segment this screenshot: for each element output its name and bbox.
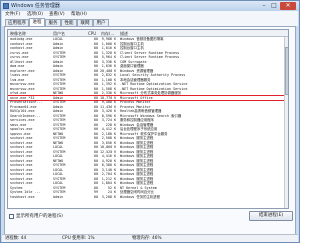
process-description: Windows 任务的主机进程 xyxy=(120,194,161,199)
tab-networking[interactable]: 联网 xyxy=(77,19,93,26)
close-button[interactable]: ✕ xyxy=(280,2,296,10)
process-cpu: 00 xyxy=(93,194,98,199)
show-all-users-checkbox[interactable] xyxy=(9,214,14,219)
cpu-usage: CPU 使用率: 1% xyxy=(62,236,95,241)
title-bar[interactable]: Windows 任务管理器 – □ ✕ xyxy=(1,1,299,11)
menu-view[interactable]: 查看(V) xyxy=(49,11,65,18)
column-description[interactable]: 描述 xyxy=(120,30,128,37)
task-manager-icon xyxy=(3,3,9,9)
tab-applications[interactable]: 应用程序 xyxy=(5,19,29,26)
processes-panel: 映像名称 用户名 CPU 内存(... 描述 audiodg.exe LOCAL 0… xyxy=(4,26,296,240)
process-count: 进程数: 44 xyxy=(5,236,27,241)
list-header: 映像名称 用户名 CPU 内存(... 描述 xyxy=(8,30,288,37)
menu-help[interactable]: 帮助(H) xyxy=(71,11,87,18)
tab-performance[interactable]: 性能 xyxy=(61,19,77,26)
column-image-name[interactable]: 映像名称 xyxy=(10,30,26,37)
tab-services[interactable]: 服务 xyxy=(45,19,61,26)
process-list: 映像名称 用户名 CPU 内存(... 描述 audiodg.exe LOCAL 0… xyxy=(7,29,289,209)
physical-memory: 物理内存: 46% xyxy=(132,236,162,241)
end-process-button[interactable]: 结束进程(E) xyxy=(249,211,293,221)
tab-strip: 应用程序 进程 服务 性能 联网 用户 xyxy=(2,18,298,26)
menu-file[interactable]: 文件(F) xyxy=(5,11,20,18)
column-memory[interactable]: 内存(... xyxy=(101,30,114,37)
show-all-users-label: 显示所有用户的进程(S) xyxy=(16,214,63,219)
table-row[interactable]: taskhost.exe Admin 00 3,208 K Windows 任务的主机进… xyxy=(8,194,288,200)
menu-options[interactable]: 选项(O) xyxy=(27,11,43,18)
process-user: Admin xyxy=(53,194,64,199)
process-image-name: taskhost.exe xyxy=(10,194,35,199)
maximize-button[interactable]: □ xyxy=(269,2,279,10)
tab-processes[interactable]: 进程 xyxy=(29,18,45,26)
process-rows: audiodg.exe LOCAL 00 9,988 K Windows 音频设备图形隔… xyxy=(8,37,288,200)
window-title: Windows 任务管理器 xyxy=(11,3,60,9)
vertical-scrollbar[interactable] xyxy=(284,37,288,208)
process-memory: 3,208 K xyxy=(101,194,116,199)
menu-bar: 文件(F) 选项(O) 查看(V) 帮助(H) xyxy=(2,11,298,18)
task-manager-window: Windows 任务管理器 – □ ✕ 文件(F) 选项(O) 查看(V) 帮助… xyxy=(0,0,300,243)
column-cpu[interactable]: CPU xyxy=(88,30,96,37)
column-user-name[interactable]: 用户名 xyxy=(53,30,65,37)
tab-users[interactable]: 用户 xyxy=(93,19,109,26)
status-bar: 进程数: 44 CPU 使用率: 1% 物理内存: 46% xyxy=(2,234,298,242)
minimize-button[interactable]: – xyxy=(259,2,269,10)
scrollbar-thumb[interactable] xyxy=(285,47,288,95)
